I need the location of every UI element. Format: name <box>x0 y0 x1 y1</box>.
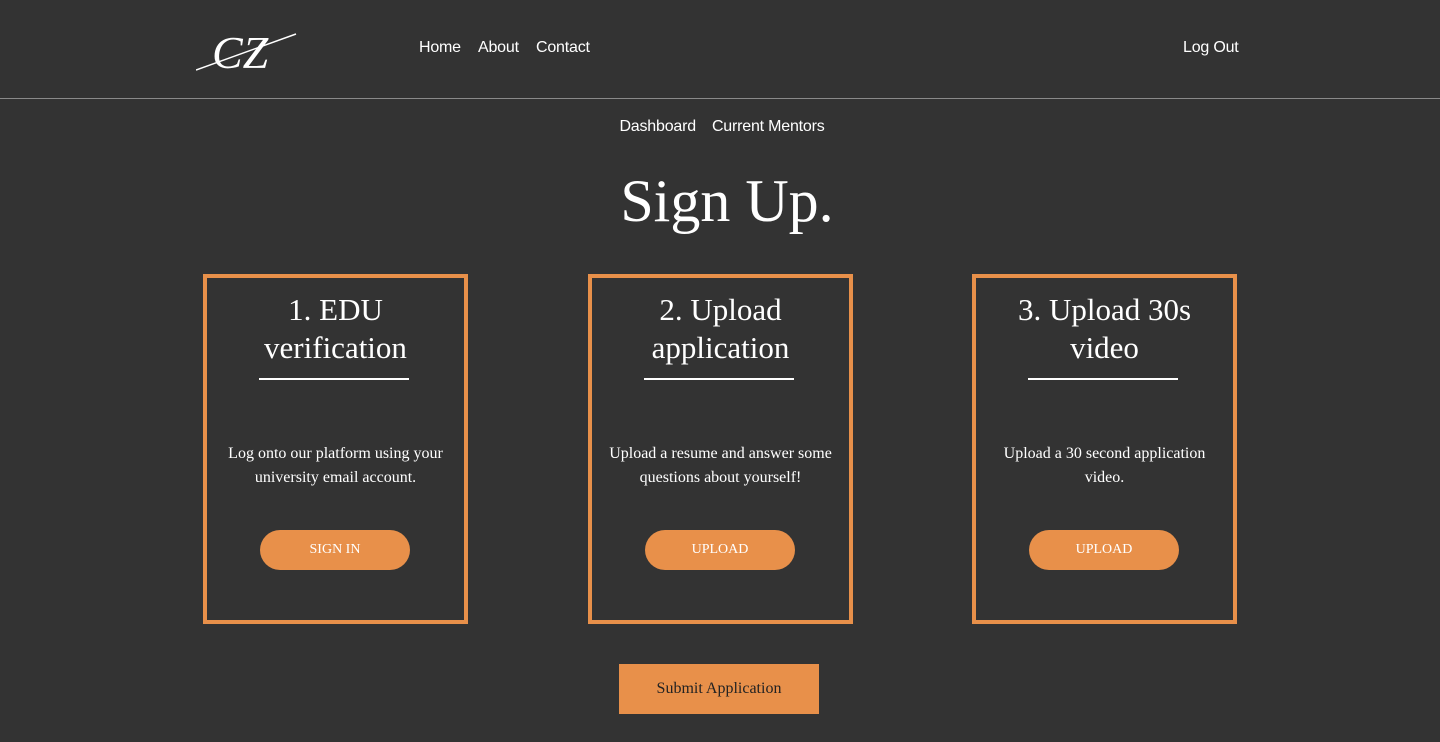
step-title-line: verification <box>264 330 407 365</box>
upload-application-button[interactable]: Upload <box>645 530 795 570</box>
step-card-upload-application: 2. Upload application Upload a resume an… <box>588 274 853 624</box>
current-mentors-link[interactable]: Current Mentors <box>712 118 825 136</box>
step-description: Upload a resume and answer some question… <box>609 445 832 486</box>
step-description: Upload a 30 second application video. <box>1003 445 1206 486</box>
brand-logo[interactable]: CZ <box>195 26 300 78</box>
step-title-line: 2. Upload <box>659 292 782 327</box>
nav-about-link[interactable]: About <box>478 39 519 57</box>
step-description: Log onto our platform using your univers… <box>228 445 443 486</box>
title-divider <box>644 378 794 380</box>
title-divider <box>259 378 409 380</box>
upload-video-button[interactable]: Upload <box>1029 530 1179 570</box>
step-title-line: video <box>1070 330 1139 365</box>
submit-application-button[interactable]: Submit Application <box>619 664 819 714</box>
step-card-edu-verification: 1. EDU verification Log onto our platfor… <box>203 274 468 624</box>
top-navbar: CZ Home About Contact Log Out <box>0 0 1440 99</box>
nav-home-link[interactable]: Home <box>419 39 461 57</box>
logo-mark: CZ <box>195 27 297 78</box>
step-title-line: 3. Upload 30s <box>1017 292 1192 327</box>
step-title-line: application <box>651 330 790 365</box>
page-title: Sign Up. <box>620 168 834 234</box>
nav-contact-link[interactable]: Contact <box>536 39 590 57</box>
step-title-line: 1. EDU <box>288 292 383 327</box>
sign-in-button[interactable]: Sign In <box>260 530 410 570</box>
secondary-nav: Dashboard Current Mentors <box>2 118 1440 136</box>
step-card-upload-video: 3. Upload 30s video Upload a 30 second a… <box>972 274 1237 624</box>
svg-text:CZ: CZ <box>212 27 269 72</box>
title-divider <box>1028 378 1178 380</box>
step-title: 3. Upload 30s video <box>976 291 1233 367</box>
step-title: 2. Upload application <box>592 291 849 367</box>
logout-link[interactable]: Log Out <box>1183 39 1239 57</box>
dashboard-link[interactable]: Dashboard <box>619 118 696 136</box>
step-title: 1. EDU verification <box>207 291 464 367</box>
